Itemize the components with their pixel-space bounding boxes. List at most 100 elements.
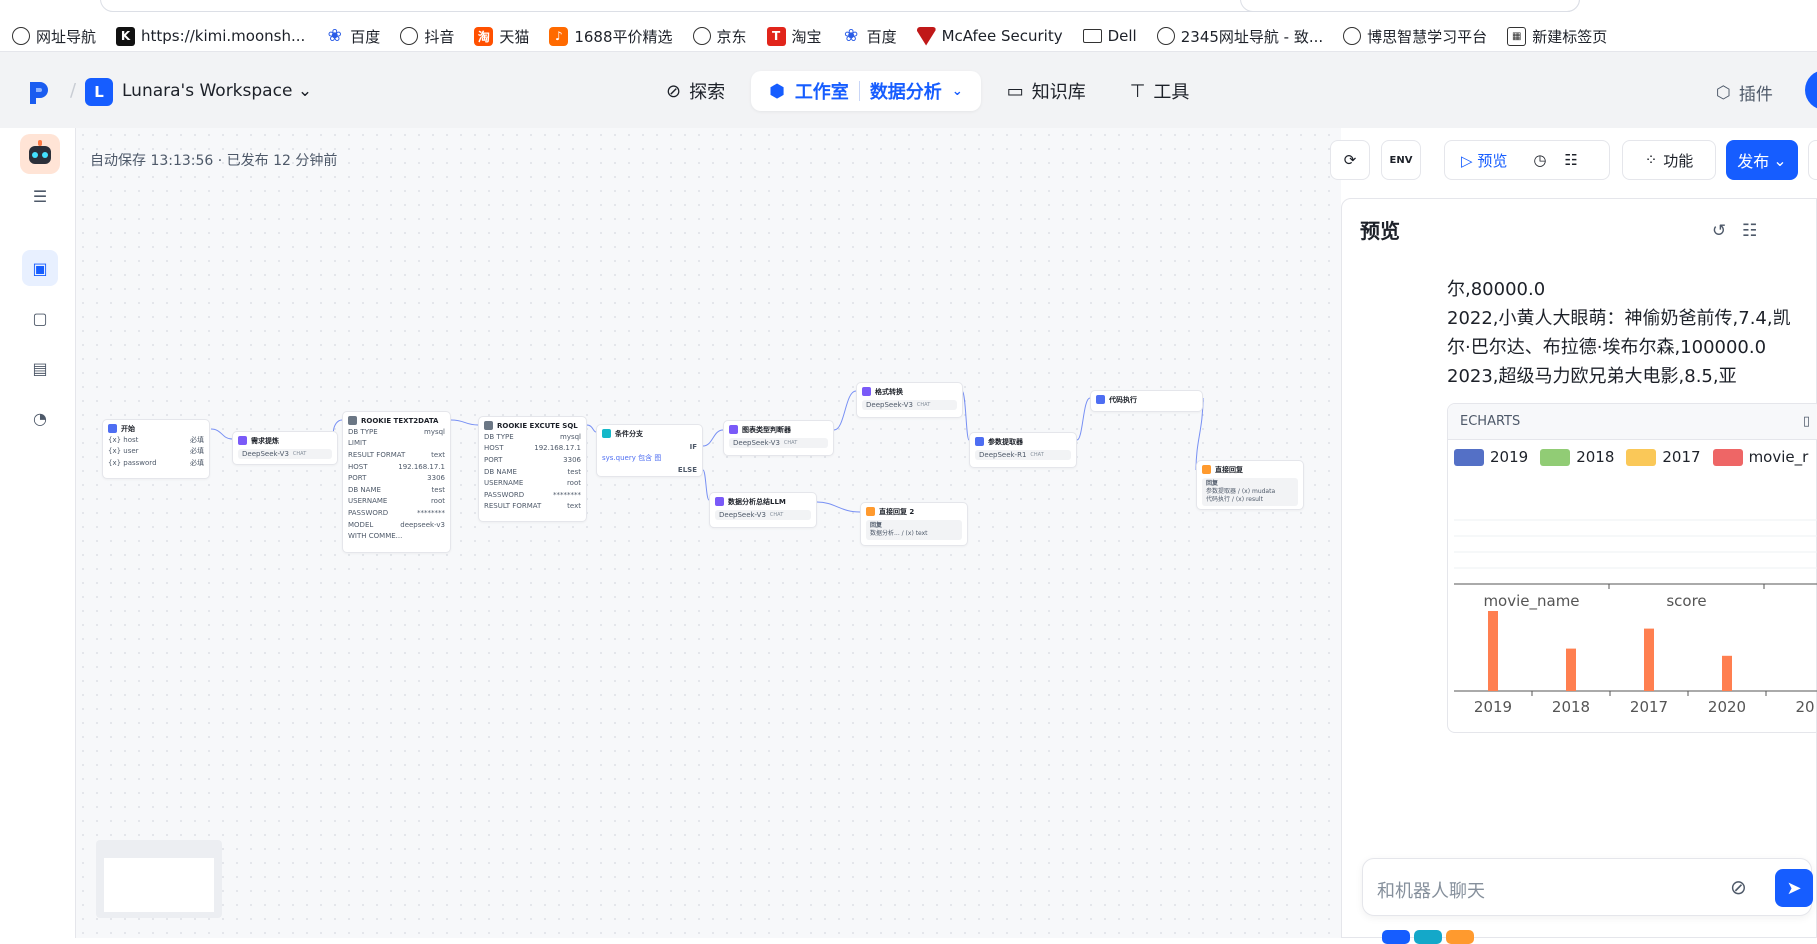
edge	[816, 501, 861, 513]
more-button[interactable]	[1808, 140, 1817, 180]
message-line: 尔,80000.0	[1447, 279, 1546, 300]
node-format[interactable]: 格式转换 DeepSeek-V3 CHAT	[856, 382, 963, 418]
lower-tick-label: 2020	[1708, 698, 1746, 716]
database-icon	[484, 421, 493, 430]
node-start[interactable]: 开始 {x} host 必填 {x} user 必填 {x} password 必填	[102, 419, 210, 479]
node-code[interactable]: 代码执行	[1090, 390, 1203, 412]
param-value: root	[430, 497, 445, 506]
minimap[interactable]	[96, 840, 222, 918]
param-key: HOST	[348, 462, 368, 471]
send-button[interactable]: ➤	[1775, 869, 1813, 907]
model-name: DeepSeek-V3	[719, 511, 766, 519]
env-button[interactable]: ENV	[1381, 140, 1421, 180]
param-key: LIMIT	[348, 439, 367, 448]
variables-icon[interactable]: ☷	[1742, 221, 1757, 241]
publish-button[interactable]: 发布 ⌄	[1726, 140, 1798, 180]
param-value: 192.168.17.1	[398, 462, 445, 471]
param-value: 必填	[190, 435, 204, 444]
bar	[1566, 648, 1576, 691]
refresh-icon[interactable]: ↺	[1712, 221, 1726, 241]
node-title: 直接回复 2	[879, 507, 915, 516]
node-reply[interactable]: 直接回复 回复 参数提取器 / (x) mudata 代码执行 / (x) re…	[1196, 460, 1304, 510]
node-title: 直接回复	[1215, 465, 1243, 474]
upper-tick-label: score	[1666, 592, 1706, 610]
history-icon[interactable]: ◷	[1533, 151, 1546, 169]
param-value: 3306	[427, 474, 445, 483]
code-icon	[1096, 395, 1105, 404]
param-row: {x} host 必填	[108, 434, 204, 446]
param-row: RESULT FORMAT text	[484, 501, 581, 513]
node-title: ROOKIE EXCUTE SQL	[497, 421, 578, 430]
node-intent[interactable]: 需求提炼 DeepSeek-V3 CHAT	[232, 431, 338, 465]
features-label: 功能	[1663, 151, 1694, 170]
param-value: test	[567, 467, 581, 476]
bar	[1644, 628, 1654, 691]
param-key: USERNAME	[484, 479, 524, 488]
param-key: DB NAME	[348, 485, 381, 494]
llm-icon	[715, 497, 724, 506]
reply-var: 参数提取器 / (x) mudata	[1206, 488, 1276, 495]
param-row: USERNAME root	[484, 477, 581, 489]
param-value: text	[431, 450, 445, 459]
features-button[interactable]: ⁘ 功能	[1622, 140, 1716, 180]
param-key: {x} user	[108, 447, 139, 456]
node-chart-type[interactable]: 图表类型判断器 DeepSeek-V3 CHAT	[723, 420, 834, 456]
param-key: HOST	[484, 444, 504, 453]
message-line: 2022,小黄人大眼萌：神偷奶爸前传,7.4,凯	[1447, 308, 1791, 329]
plugins-button[interactable]: ⬡ 插件	[1716, 80, 1773, 106]
node-summary-llm[interactable]: 数据分析总结LLM DeepSeek-V3 CHAT	[709, 492, 817, 528]
param-key: MODEL	[348, 520, 374, 529]
param-row: PORT 3306	[484, 454, 581, 466]
reply-label: 回复	[870, 522, 883, 529]
node-condition[interactable]: 条件分支 IF sys.query 包含 图 ELSE	[596, 424, 703, 477]
node-title: 图表类型判断器	[742, 425, 791, 434]
node-param-extractor[interactable]: 参数提取器 DeepSeek-R1 CHAT	[969, 432, 1077, 468]
param-key: PORT	[348, 474, 367, 483]
message-line: 尔·巴尔达、布拉德·埃布尔森,100000.0	[1447, 337, 1767, 358]
copy-icon[interactable]: ▯	[1803, 414, 1810, 429]
attachment-icon[interactable]: ⊘	[1730, 875, 1747, 899]
param-value: 192.168.17.1	[534, 444, 581, 453]
bar	[1722, 655, 1732, 691]
node-text2data[interactable]: ROOKIE TEXT2DATA DB TYPE mysql LIMIT RESULT…	[342, 411, 451, 553]
condition-text: sys.query 包含 图	[602, 454, 662, 463]
param-row: DB TYPE mysql	[484, 431, 581, 443]
param-value: 必填	[190, 458, 204, 467]
checklist-icon[interactable]: ☷	[1564, 151, 1577, 169]
param-value: ********	[553, 490, 581, 499]
param-key: DB TYPE	[484, 432, 514, 441]
param-value: root	[566, 479, 581, 488]
model-tag: CHAT	[783, 440, 798, 446]
preview-label: 预览	[1477, 151, 1508, 170]
node-reply-2[interactable]: 直接回复 2 回复 数据分析... / (x) text	[860, 502, 968, 546]
database-icon	[348, 416, 357, 425]
param-key: PASSWORD	[348, 508, 389, 517]
node-title: ROOKIE TEXT2DATA	[361, 416, 439, 425]
param-row: PASSWORD ********	[348, 507, 445, 519]
node-params: DB TYPE mysql HOST 192.168.17.1 PORT 3306 DB N…	[484, 431, 581, 512]
param-row: MODEL deepseek-v3	[348, 519, 445, 531]
node-params: DB TYPE mysql LIMIT RESULT FORMAT text HOST 19…	[348, 426, 445, 542]
model-name: DeepSeek-V3	[733, 439, 780, 447]
model-tag: CHAT	[292, 451, 307, 457]
node-title: 格式转换	[875, 387, 903, 396]
preview-group: ▷ 预览 ◷ ☷	[1444, 140, 1610, 180]
param-row: {x} user 必填	[108, 446, 204, 458]
upper-tick-label: movie_name	[1483, 592, 1579, 611]
param-row: {x} password 必填	[108, 457, 204, 469]
param-value: test	[431, 485, 445, 494]
param-row: PORT 3306	[348, 472, 445, 484]
bookmark-label: 新建标签页	[1532, 27, 1608, 46]
edge	[210, 428, 233, 440]
reply-var: 数据分析... / (x) text	[870, 530, 928, 537]
lower-tick-label: 2019	[1474, 698, 1512, 716]
bot-message: 尔,80000.0 2022,小黄人大眼萌：神偷奶爸前传,7.4,凯 尔·巴尔达、布…	[1447, 275, 1817, 391]
node-execute-sql[interactable]: ROOKIE EXCUTE SQL DB TYPE mysql HOST 192.16…	[478, 416, 587, 522]
param-key: PASSWORD	[484, 490, 525, 499]
param-row: WITH COMME...	[348, 530, 445, 542]
preview-button[interactable]: ▷ 预览	[1461, 150, 1507, 171]
bookmark-13[interactable]: ▦ 新建标签页	[1507, 26, 1607, 47]
param-value: deepseek-v3	[400, 520, 445, 529]
llm-icon	[729, 425, 738, 434]
bookmark-12[interactable]: 博思智慧学习平台	[1343, 26, 1487, 47]
